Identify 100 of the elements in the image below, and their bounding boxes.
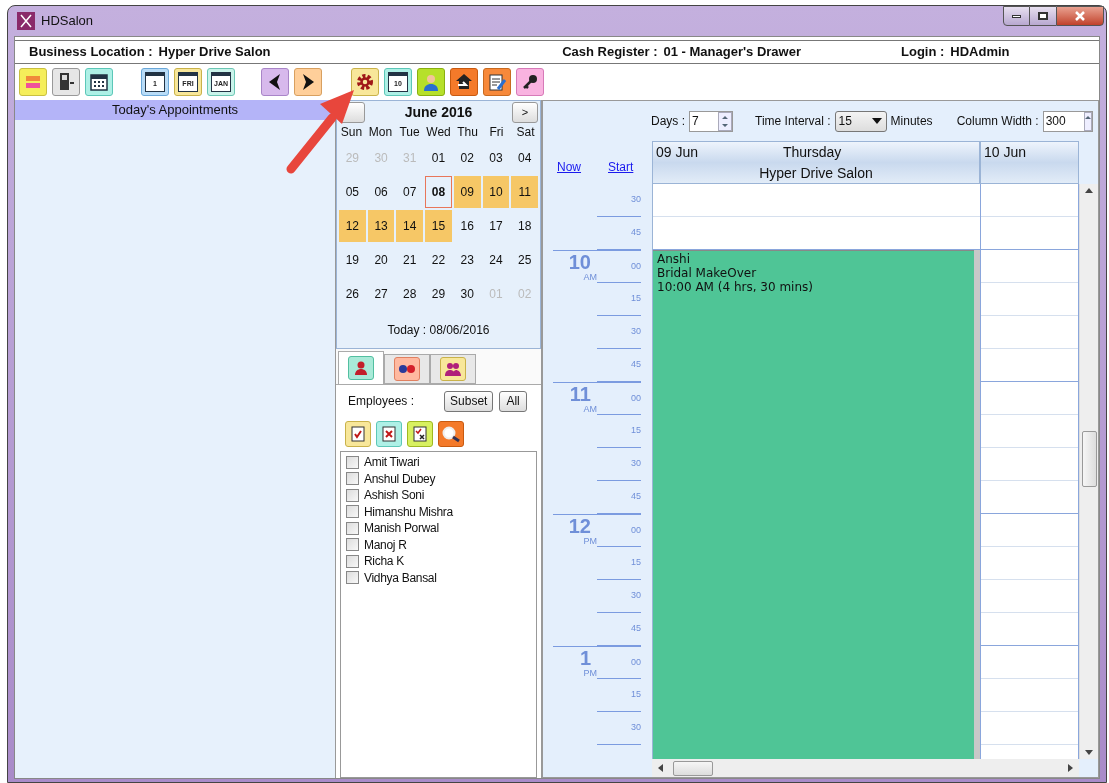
calendar-day[interactable]: 23 xyxy=(453,244,481,276)
all-button[interactable]: All xyxy=(499,390,527,412)
calendar-day[interactable]: 22 xyxy=(425,244,452,276)
tab[interactable] xyxy=(384,354,430,384)
minute-label: 00 xyxy=(631,391,641,405)
minute-label: 15 xyxy=(631,688,641,702)
notepad-pencil-icon xyxy=(487,72,507,92)
house-arrow-icon xyxy=(454,72,474,92)
toolbar-button[interactable] xyxy=(261,68,289,96)
calendar-day[interactable]: 07 xyxy=(396,176,424,208)
group-icon xyxy=(444,361,462,377)
minute-label: 45 xyxy=(631,490,641,504)
weekday-label: Wed xyxy=(425,124,452,141)
employee-name: Manish Porwal xyxy=(364,520,439,538)
minute-label: 30 xyxy=(631,589,641,603)
start-link[interactable]: Start xyxy=(608,158,634,176)
column-day: Thursday xyxy=(783,142,842,163)
dots-icon xyxy=(398,364,416,374)
employee-name: Manoj R xyxy=(364,536,407,554)
minute-label: 15 xyxy=(631,556,641,570)
check-cross-document-icon xyxy=(411,425,429,443)
header-label: Cash Register : xyxy=(562,43,658,62)
minute-label: 30 xyxy=(631,457,641,471)
spinner-arrows-icon xyxy=(1083,111,1092,131)
calendar-day[interactable]: 04 xyxy=(511,142,538,174)
calendar-day[interactable]: 19 xyxy=(339,244,366,276)
subset-button[interactable]: Subset xyxy=(444,390,494,412)
calendar-day[interactable]: 01 xyxy=(425,142,452,174)
days-label: Days : xyxy=(651,113,685,130)
toolbar-button[interactable] xyxy=(85,68,113,96)
checkbox[interactable] xyxy=(346,554,359,568)
calendar-day[interactable]: 25 xyxy=(511,244,538,276)
interval-dropdown[interactable]: 15 xyxy=(834,110,887,132)
toolbar-button[interactable] xyxy=(351,68,379,96)
close-icon xyxy=(1074,11,1086,21)
calendar-day[interactable]: 09 xyxy=(453,176,481,208)
calendar-day[interactable]: 26 xyxy=(339,278,366,310)
tab[interactable] xyxy=(338,351,384,384)
calendar-day[interactable]: 20 xyxy=(367,244,395,276)
calendar-day[interactable]: 10 xyxy=(482,176,510,208)
minute-label: 00 xyxy=(631,259,641,273)
scissors-icon xyxy=(17,12,35,30)
next-month-button[interactable]: > xyxy=(512,102,538,123)
scrollbar-thumb[interactable] xyxy=(1081,431,1097,487)
toolbar-button[interactable] xyxy=(516,68,544,96)
calendar-day[interactable]: 12 xyxy=(339,210,366,242)
scroll-right-icon xyxy=(1068,764,1073,772)
header-label: Login : xyxy=(901,43,945,62)
calendar-day[interactable]: 05 xyxy=(339,176,366,208)
toolbar-button[interactable] xyxy=(294,68,322,96)
list-action-button[interactable] xyxy=(376,421,402,447)
calendar-day[interactable]: 16 xyxy=(453,210,481,242)
employee-name: Richa K xyxy=(364,553,404,571)
list-action-button[interactable] xyxy=(438,421,464,447)
calendar-day[interactable]: 18 xyxy=(511,210,538,242)
user-icon xyxy=(421,72,441,92)
horizontal-scrollbar[interactable] xyxy=(652,759,1079,777)
interval-unit: Minutes xyxy=(890,113,933,130)
calendar-day[interactable]: 14 xyxy=(396,210,424,242)
calendar-day[interactable]: 17 xyxy=(482,210,510,242)
calendar-day[interactable]: 06 xyxy=(367,176,395,208)
calendar-day[interactable]: 21 xyxy=(396,244,424,276)
days-spinner[interactable]: 7 xyxy=(689,110,733,132)
scrollbar-thumb[interactable] xyxy=(673,760,713,776)
calendar-day[interactable]: 24 xyxy=(482,244,510,276)
calendar-day[interactable]: 11 xyxy=(511,176,538,208)
header-value: HDAdmin xyxy=(950,43,1010,62)
calendar-day[interactable]: 28 xyxy=(396,278,424,310)
column-width-spinner[interactable]: 300 xyxy=(1042,110,1093,132)
hour-label: 11 xyxy=(569,384,591,404)
calendar-day[interactable]: 08 xyxy=(425,176,452,208)
minimize-button[interactable] xyxy=(1003,6,1030,26)
tab[interactable] xyxy=(430,354,476,384)
calendar-day[interactable]: 02 xyxy=(453,142,481,174)
calendar-day[interactable]: 27 xyxy=(367,278,395,310)
list-action-button[interactable] xyxy=(407,421,433,447)
checkbox[interactable] xyxy=(346,571,359,585)
calendar-day[interactable]: 15 xyxy=(425,210,452,242)
period-label: PM xyxy=(583,668,597,678)
toolbar-button[interactable] xyxy=(52,68,80,96)
checkbox[interactable] xyxy=(346,472,359,486)
header-value: 01 - Manager's Drawer xyxy=(663,43,801,62)
close-button[interactable] xyxy=(1056,6,1104,26)
checkbox[interactable] xyxy=(346,455,359,469)
settings-icon xyxy=(355,72,375,92)
vertical-scrollbar[interactable] xyxy=(1079,184,1098,759)
checkbox[interactable] xyxy=(346,488,359,502)
calendar-day[interactable]: 30 xyxy=(453,278,481,310)
appointment-block[interactable]: Anshi Bridal MakeOver 10:00 AM (4 hrs, 30 mins) xyxy=(653,250,974,759)
checkbox[interactable] xyxy=(346,505,359,519)
checkbox[interactable] xyxy=(346,521,359,535)
maximize-button[interactable] xyxy=(1030,6,1056,26)
list-action-button[interactable] xyxy=(345,421,371,447)
calendar-day[interactable]: 03 xyxy=(482,142,510,174)
checkbox[interactable] xyxy=(346,538,359,552)
minute-label: 30 xyxy=(631,193,641,207)
calendar-day[interactable]: 13 xyxy=(367,210,395,242)
now-link[interactable]: Now xyxy=(557,158,581,176)
toolbar-button[interactable] xyxy=(450,68,478,96)
calendar-day[interactable]: 29 xyxy=(425,278,452,310)
